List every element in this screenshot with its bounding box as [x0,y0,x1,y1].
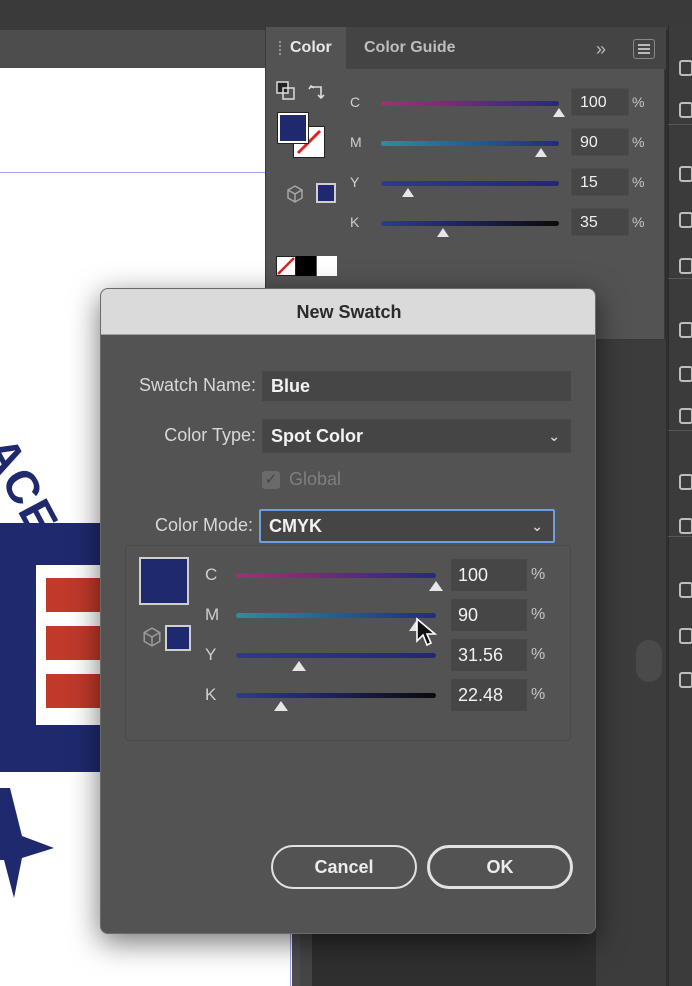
slider-track-c[interactable] [236,573,436,578]
color-mode-value: CMYK [269,516,322,536]
percent-c: % [531,566,546,583]
swatch-name-input[interactable]: Blue [262,371,571,401]
slider-thumb-c[interactable] [429,581,443,591]
strip-divider [668,536,692,537]
chevron-down-icon: ⌄ [548,428,560,444]
global-label: Global [289,469,342,489]
swatches-icon[interactable] [679,474,692,490]
dialog-slider-m: M 90 % [101,599,595,633]
white-swatch[interactable] [317,256,337,276]
tab-color-guide-label: Color Guide [364,39,456,56]
panel-slider-m: M 90 % [266,128,666,158]
layers-icon[interactable] [679,102,692,118]
swatch-name-label: Swatch Name: [138,375,256,395]
slider-track-k[interactable] [381,221,559,226]
slider-track-c[interactable] [381,101,559,106]
color-type-select[interactable]: Spot Color ⌄ [262,419,571,453]
value-field-m[interactable]: 90 [571,128,629,156]
align-icon[interactable] [679,322,692,338]
black-swatch[interactable] [296,256,316,276]
percent-y: % [531,646,546,663]
tab-grip-icon[interactable] [279,41,285,55]
slider-thumb-m[interactable] [535,148,548,157]
percent-k: % [632,214,645,230]
panel-scrollbar[interactable] [636,640,662,682]
tab-color-guide[interactable]: Color Guide [350,27,470,69]
slider-label-k: K [205,685,217,704]
none-slash-icon [277,257,295,275]
percent-y: % [632,174,645,190]
slider-label-y: Y [205,645,217,664]
tab-color-label: Color [290,39,332,56]
value-field-c[interactable]: 100 [451,559,527,591]
slider-label-m: M [350,134,362,150]
panel-icon-strip [668,26,692,986]
gradient-icon[interactable] [679,582,692,598]
collapse-panel-icon[interactable]: » [596,35,624,63]
none-swatch[interactable] [276,256,296,276]
value-field-c[interactable]: 100 [571,88,629,116]
slider-thumb-k[interactable] [437,228,450,237]
tab-color[interactable]: Color [266,27,346,69]
color-mode-label: Color Mode: [154,515,253,535]
color-type-value: Spot Color [271,426,363,446]
transparency-icon[interactable] [679,628,692,644]
slider-label-m: M [205,605,220,624]
slider-track-y[interactable] [381,181,559,186]
slider-thumb-y[interactable] [292,661,307,671]
global-checkbox[interactable]: ✓ [262,471,280,489]
panel-tab-bar: Color Color Guide » [266,27,666,69]
percent-k: % [531,686,546,703]
slider-thumb-c[interactable] [553,108,565,117]
mouse-pointer-icon [416,617,438,647]
properties-icon[interactable] [679,60,692,76]
value-field-m[interactable]: 90 [451,599,527,631]
slider-track-m[interactable] [236,613,436,618]
slider-thumb-y[interactable] [401,188,414,197]
panel-menu-icon[interactable] [633,39,655,59]
percent-m: % [632,134,645,150]
dialog-title-bar[interactable]: New Swatch [101,289,595,335]
value-field-k[interactable]: 35 [571,208,629,236]
libraries-icon[interactable] [679,166,692,182]
value-field-y[interactable]: 15 [571,168,629,196]
slider-label-c: C [350,94,361,110]
strip-divider [668,278,692,279]
percent-m: % [531,606,546,623]
slider-label-c: C [205,565,218,584]
cancel-button[interactable]: Cancel [271,845,417,889]
percent-c: % [632,94,645,110]
slider-track-y[interactable] [236,653,436,658]
new-swatch-dialog: New Swatch Swatch Name: Blue Color Type:… [100,288,596,934]
artboards-icon[interactable] [679,672,692,688]
color-type-label: Color Type: [164,425,256,445]
strip-divider [668,124,692,125]
panel-slider-k: K 35 % [266,208,666,238]
chevron-down-icon: ⌄ [531,518,543,534]
guide-horizontal [0,172,292,173]
color-mode-select[interactable]: CMYK ⌄ [259,509,555,543]
slider-track-m[interactable] [381,141,559,146]
stroke-icon[interactable] [679,518,692,534]
value-field-y[interactable]: 31.56 [451,639,527,671]
ok-button[interactable]: OK [427,845,573,889]
appearance-icon[interactable] [679,408,692,424]
slider-label-y: Y [350,174,360,190]
transform-icon[interactable] [679,366,692,382]
slider-track-k[interactable] [236,693,436,698]
panel-slider-y: Y 15 % [266,168,666,198]
dialog-title: New Swatch [296,302,402,322]
slider-thumb-k[interactable] [273,701,288,711]
value-field-k[interactable]: 22.48 [451,679,527,711]
dialog-slider-c: C 100 % [101,559,595,593]
strip-divider [668,430,692,431]
panel-slider-c: C 100 % [266,88,666,118]
symbols-icon[interactable] [679,258,692,274]
dialog-slider-y: Y 31.56 % [101,639,595,673]
dialog-slider-k: K 22.48 % [101,679,595,713]
slider-label-k: K [350,214,360,230]
brushes-icon[interactable] [679,212,692,228]
